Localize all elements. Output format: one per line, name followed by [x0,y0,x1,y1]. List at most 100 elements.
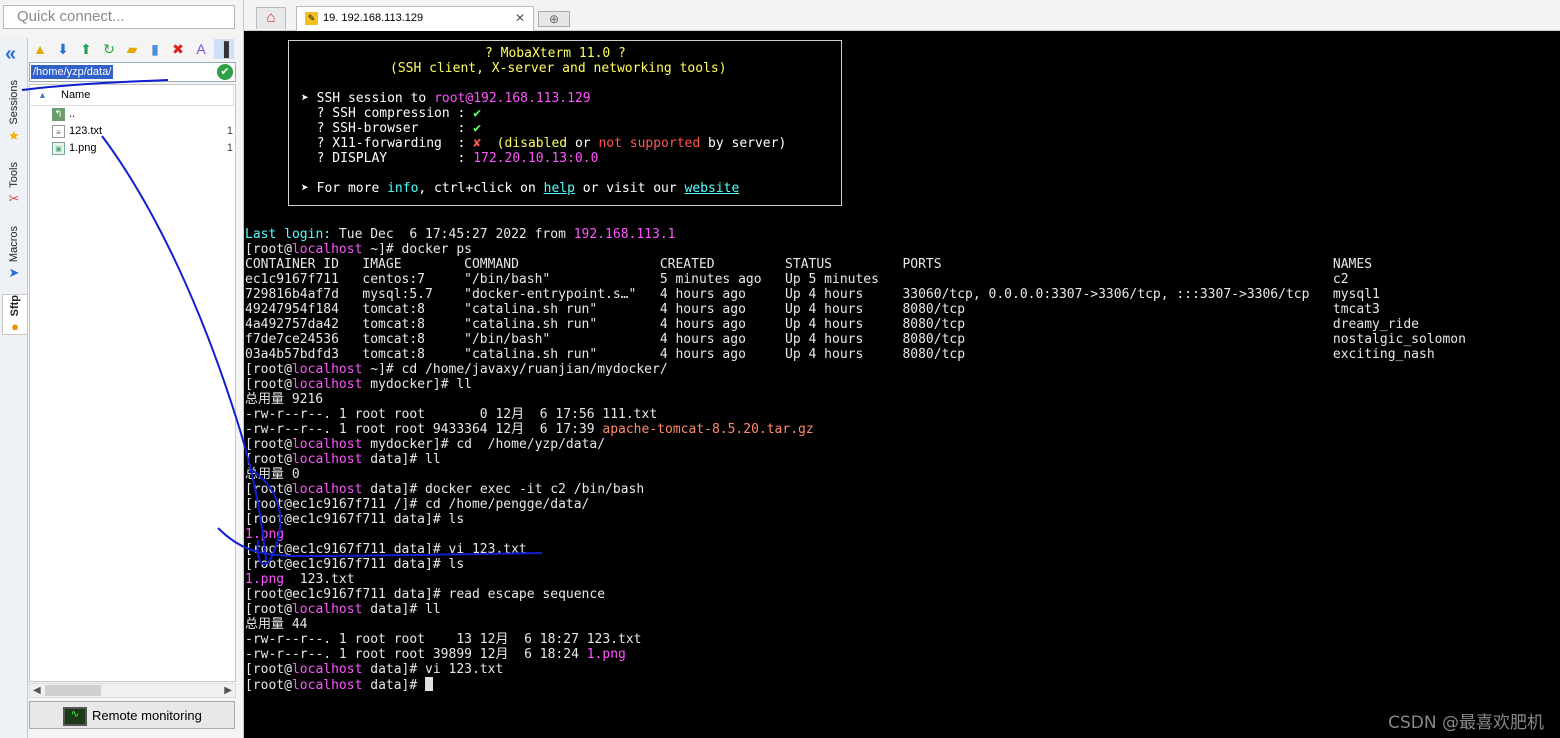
plus-icon: ⊕ [548,12,560,26]
horizontal-scrollbar[interactable]: ◀ ▶ [29,683,236,698]
tab-macros[interactable]: Macros ➤ [2,226,26,280]
terminal-line: [root@ec1c9167f711 /]# cd /home/pengge/d… [245,497,590,512]
vertical-tab-strip: « Sessions ★ Tools ✂ Macros ➤ Sftp ● [0,38,28,738]
close-tab-icon[interactable]: ✕ [515,7,525,30]
watermark: CSDN @最喜欢肥机 [1388,713,1544,733]
new-file-icon[interactable]: ▮ [145,39,165,59]
terminal-line: [root@localhost data]# ll [245,602,441,617]
terminal-line: 总用量 9216 [245,392,324,407]
file-name: 123.txt [69,125,103,137]
terminal-line: 总用量 0 [245,467,300,482]
terminal-line: -rw-r--r--. 1 root root 0 12月 6 17:56 11… [245,407,658,422]
tab-sftp[interactable]: Sftp ● [2,294,27,336]
banner-display: ? DISPLAY : 172.20.10.13:0.0 [301,151,599,166]
ssh-session-icon: ✎ [305,12,318,25]
terminal-line: [root@localhost ~]# docker ps [245,242,472,257]
tab-tools[interactable]: Tools ✂ [2,162,26,206]
column-name[interactable]: Name [61,85,90,105]
star-icon: ★ [8,127,20,143]
terminal-line: 总用量 44 [245,617,308,632]
remote-monitoring-label: Remote monitoring [92,708,202,723]
scroll-left-icon[interactable]: ◀ [33,684,41,697]
banner-subtitle: (SSH client, X-server and networking too… [390,61,727,76]
terminal-line: [root@localhost ~]# cd /home/javaxy/ruan… [245,362,668,377]
terminal-line: [root@ec1c9167f711 data]# ls [245,512,465,527]
tab-tools-label: Tools [8,162,20,188]
monitor-icon: ∿ [63,707,87,726]
upload-icon[interactable]: ⬆ [76,39,96,59]
column-size[interactable] [233,85,238,105]
ps-row: 729816b4af7d mysql:5.7 "docker-entrypoin… [245,287,1380,302]
sftp-icon: ● [11,319,19,335]
tab-sessions[interactable]: Sessions ★ [2,80,26,143]
paper-plane-icon: ➤ [8,265,20,281]
ps-header: CONTAINER ID IMAGE COMMAND CREATED STATU… [245,257,1373,272]
sftp-path-field[interactable]: /home/yzp/data/ ✔ [29,62,236,82]
tab-session[interactable]: ✎ 19. 192.168.113.129 ✕ [296,6,534,31]
quick-connect-input[interactable]: Quick connect... [3,5,235,29]
folder-up-icon: ↰ [52,108,65,121]
file-name: 1.png [69,142,97,154]
ps-row: ec1c9167f711 centos:7 "/bin/bash" 5 minu… [245,272,1349,287]
terminal-prompt-line[interactable]: [root@localhost data]# [245,677,434,693]
path-ok-icon[interactable]: ✔ [217,64,233,80]
terminal[interactable]: ? MobaXterm 11.0 ? (SSH client, X-server… [244,31,1560,738]
banner-compression: ? SSH compression : ✔ [301,106,482,121]
scroll-right-icon[interactable]: ▶ [224,684,232,697]
delete-icon[interactable]: ✖ [168,39,188,59]
file-row[interactable]: ▣ 1.png 1 [30,140,235,157]
file-name: .. [69,108,76,120]
new-tab-button[interactable]: ⊕ [538,11,570,27]
refresh-icon[interactable]: ↻ [99,39,119,59]
left-panel: Quick connect... « Sessions ★ Tools ✂ Ma… [0,0,244,738]
terminal-line: 1.png [245,527,285,542]
ps-row: 03a4b57bdfd3 tomcat:8 "catalina.sh run" … [245,347,1435,362]
terminal-line: [root@localhost data]# ll [245,452,441,467]
terminal-follow-icon[interactable]: ▐ [214,39,234,59]
tab-sessions-label: Sessions [8,80,20,125]
terminal-line: [root@localhost data]# vi 123.txt [245,662,504,677]
terminal-line: [root@ec1c9167f711 data]# read escape se… [245,587,606,602]
home-tab[interactable]: ⌂ [256,7,286,29]
collapse-sidebar-icon[interactable]: « [5,44,23,64]
new-folder-icon[interactable]: ▰ [122,39,142,59]
terminal-line: [root@ec1c9167f711 data]# ls [245,557,465,572]
terminal-line: -rw-r--r--. 1 root root 39899 12月 6 18:2… [245,647,626,662]
welcome-banner: ? MobaXterm 11.0 ? (SSH client, X-server… [288,40,842,206]
file-row[interactable]: ↰ .. [30,106,235,123]
terminal-line: -rw-r--r--. 1 root root 13 12月 6 18:27 1… [245,632,642,647]
file-row[interactable]: ≡ 123.txt 1 [30,123,235,140]
ps-row: 4a492757da42 tomcat:8 "catalina.sh run" … [245,317,1419,332]
terminal-line: -rw-r--r--. 1 root root 9433364 12月 6 17… [245,422,814,437]
banner-x11: ? X11-forwarding : ✘ (disabled or not su… [301,136,787,151]
sftp-path-value[interactable]: /home/yzp/data/ [31,65,114,79]
sort-asc-icon[interactable]: ▲ [38,85,47,105]
banner-browser: ? SSH-browser : ✔ [301,121,482,136]
ps-row: f7de7ce24536 tomcat:8 "/bin/bash" 4 hour… [245,332,1466,347]
terminal-line: [root@localhost data]# docker exec -it c… [245,482,645,497]
image-file-icon: ▣ [52,142,65,155]
banner-title: ? MobaXterm 11.0 ? [485,46,626,61]
download-icon[interactable]: ⬇ [53,39,73,59]
last-login-line: Last login: Tue Dec 6 17:45:27 2022 from… [245,227,676,242]
rename-icon[interactable]: A [191,39,211,59]
parent-folder-icon[interactable]: ▲ [30,39,50,59]
terminal-cursor [425,677,434,691]
terminal-line: 1.png 123.txt [245,572,355,587]
banner-more: ➤ For more info, ctrl+click on help or v… [301,181,740,196]
sftp-toolbar: ▲ ⬇ ⬆ ↻ ▰ ▮ ✖ A ▐ [30,38,236,60]
terminal-line: [root@localhost mydocker]# cd /home/yzp/… [245,437,606,452]
text-file-icon: ≡ [52,125,65,138]
file-size: 1 [226,142,233,154]
help-link[interactable]: help [544,181,575,196]
banner-ssh-line: ➤ SSH session to root@192.168.113.129 [301,91,591,106]
tab-macros-label: Macros [8,226,20,263]
tab-sftp-label: Sftp [9,295,21,317]
remote-monitoring-button[interactable]: ∿ Remote monitoring [29,701,235,729]
website-link[interactable]: website [685,181,740,196]
tab-session-title: 19. 192.168.113.129 [323,12,424,24]
file-list-header: ▲ Name [30,85,235,106]
scroll-thumb[interactable] [45,685,101,696]
tools-icon: ✂ [8,190,20,206]
home-icon: ⌂ [266,9,276,26]
